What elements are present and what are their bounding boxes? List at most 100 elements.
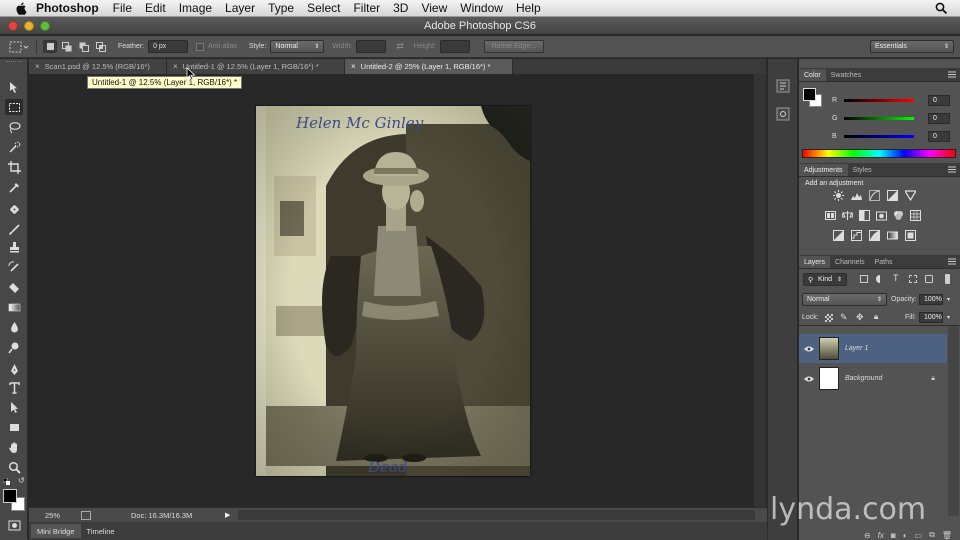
green-slider[interactable] (844, 116, 914, 120)
path-selection-tool-icon[interactable] (5, 399, 23, 415)
gradient-tool-icon[interactable] (5, 299, 23, 315)
menu-layer[interactable]: Layer (225, 1, 255, 15)
workspace-select[interactable]: Essentials ⇕ (870, 40, 954, 53)
menu-help[interactable]: Help (516, 1, 541, 15)
rectangle-tool-icon[interactable] (5, 419, 23, 435)
zoom-window-icon[interactable] (40, 21, 50, 31)
filter-toggle-icon[interactable] (945, 274, 950, 284)
menu-file[interactable]: File (113, 1, 132, 15)
tab-channels[interactable]: Channels (830, 256, 870, 268)
marquee-tool-preset-icon[interactable] (8, 40, 30, 54)
layer-name[interactable]: Background (845, 375, 882, 382)
new-adjustment-layer-icon[interactable]: ◐ (903, 531, 908, 540)
opacity-arrow-icon[interactable]: ▾ (947, 296, 950, 303)
layer-effects-icon[interactable]: fx (878, 531, 884, 540)
filter-smart-objects-icon[interactable] (925, 275, 933, 283)
red-value-input[interactable]: 0 (928, 94, 950, 106)
type-tool-icon[interactable] (5, 379, 23, 395)
lock-all-icon[interactable]: 🔒︎ (874, 312, 878, 322)
blue-value-input[interactable]: 0 (928, 130, 950, 142)
toolbox-grip[interactable] (6, 61, 22, 64)
green-value-input[interactable]: 0 (928, 112, 950, 124)
new-layer-icon[interactable]: ⧉ (929, 530, 935, 540)
posterize-icon[interactable] (851, 230, 862, 241)
layer-name[interactable]: Layer 1 (845, 345, 868, 352)
width-input[interactable] (356, 40, 387, 53)
tab-paths[interactable]: Paths (870, 256, 898, 268)
exposure-icon[interactable] (887, 190, 898, 201)
lasso-tool-icon[interactable] (5, 119, 23, 135)
zoom-level[interactable]: 25% (45, 511, 77, 520)
color-balance-icon[interactable] (842, 210, 853, 221)
tab-color[interactable]: Color (799, 69, 826, 81)
swap-colors-icon[interactable]: ↺ (18, 476, 25, 485)
tab-timeline[interactable]: Timeline (81, 524, 121, 538)
menu-view[interactable]: View (421, 1, 447, 15)
feather-input[interactable]: 0 px (148, 40, 189, 53)
delete-layer-icon[interactable]: 🗑︎ (942, 531, 952, 540)
eyedropper-tool-icon[interactable] (5, 179, 23, 195)
status-menu-arrow-icon[interactable]: ▶ (225, 511, 230, 519)
layers-scrollbar[interactable] (948, 326, 959, 516)
color-spectrum-bar[interactable] (802, 149, 956, 158)
opacity-input[interactable]: 100% (919, 294, 943, 305)
apple-icon[interactable] (14, 1, 28, 15)
tab-adjustments[interactable]: Adjustments (799, 164, 848, 176)
horizontal-scroll-track[interactable] (238, 510, 755, 520)
crop-tool-icon[interactable] (5, 159, 23, 175)
brightness-contrast-icon[interactable] (833, 190, 844, 201)
layer-row-background[interactable]: Background 🔒︎ (799, 364, 947, 393)
lock-image-icon[interactable]: ✎ (840, 312, 848, 323)
tab-styles[interactable]: Styles (848, 164, 877, 176)
zoom-tool-icon[interactable] (5, 459, 23, 475)
blur-tool-icon[interactable] (5, 319, 23, 335)
add-mask-icon[interactable]: ◙ (891, 531, 896, 540)
add-to-selection-button[interactable] (60, 40, 74, 53)
refine-edge-button[interactable]: Refine Edge... (483, 40, 544, 53)
clone-stamp-tool-icon[interactable] (5, 239, 23, 255)
tab-layers[interactable]: Layers (799, 256, 831, 268)
layer-filter-kind-select[interactable]: ⚲ Kind ⇕ (803, 273, 847, 286)
blue-slider[interactable] (844, 134, 914, 138)
brush-tool-icon[interactable] (5, 221, 23, 237)
minimize-window-icon[interactable] (24, 21, 34, 31)
lock-position-icon[interactable]: ✥ (856, 312, 864, 323)
blend-mode-select[interactable]: Normal ⇕ (802, 293, 887, 306)
levels-icon[interactable] (851, 190, 862, 201)
menu-window[interactable]: Window (460, 1, 503, 15)
color-lookup-icon[interactable] (910, 210, 921, 221)
menu-type[interactable]: Type (268, 1, 294, 15)
quick-selection-tool-icon[interactable] (5, 139, 23, 155)
close-tab-icon[interactable]: × (351, 62, 356, 71)
antialias-checkbox[interactable] (196, 42, 205, 51)
filter-shape-layers-icon[interactable] (909, 275, 917, 283)
menu-image[interactable]: Image (179, 1, 212, 15)
status-options-icon[interactable] (81, 510, 91, 520)
intersect-selection-button[interactable] (94, 40, 108, 53)
spotlight-search-icon[interactable] (935, 2, 948, 15)
pen-tool-icon[interactable] (5, 361, 23, 377)
dodge-tool-icon[interactable] (5, 339, 23, 355)
height-input[interactable] (439, 40, 470, 53)
vibrance-icon[interactable] (905, 190, 916, 201)
selective-color-icon[interactable] (905, 230, 916, 241)
red-slider[interactable] (844, 98, 914, 102)
gradient-map-icon[interactable] (887, 230, 898, 241)
history-brush-tool-icon[interactable] (5, 259, 23, 275)
menu-filter[interactable]: Filter (353, 1, 380, 15)
style-select[interactable]: Normal ⇕ (270, 40, 325, 53)
menu-select[interactable]: Select (307, 1, 340, 15)
rectangular-marquee-tool-icon[interactable] (5, 99, 23, 115)
spot-healing-brush-tool-icon[interactable] (5, 201, 23, 217)
tab-mini-bridge[interactable]: Mini Bridge (31, 524, 81, 538)
document-tab-untitled-2[interactable]: × Untitled-2 @ 25% (Layer 1, RGB/16*) * (345, 59, 513, 74)
eraser-tool-icon[interactable] (5, 279, 23, 295)
new-selection-button[interactable] (43, 40, 57, 53)
black-white-icon[interactable] (859, 210, 870, 221)
fill-input[interactable]: 100% (919, 312, 943, 323)
channel-mixer-icon[interactable] (893, 210, 904, 221)
close-tab-icon[interactable]: × (173, 62, 178, 71)
foreground-color-swatch[interactable] (3, 489, 17, 503)
tab-swatches[interactable]: Swatches (826, 69, 866, 81)
hue-saturation-icon[interactable] (825, 210, 836, 221)
